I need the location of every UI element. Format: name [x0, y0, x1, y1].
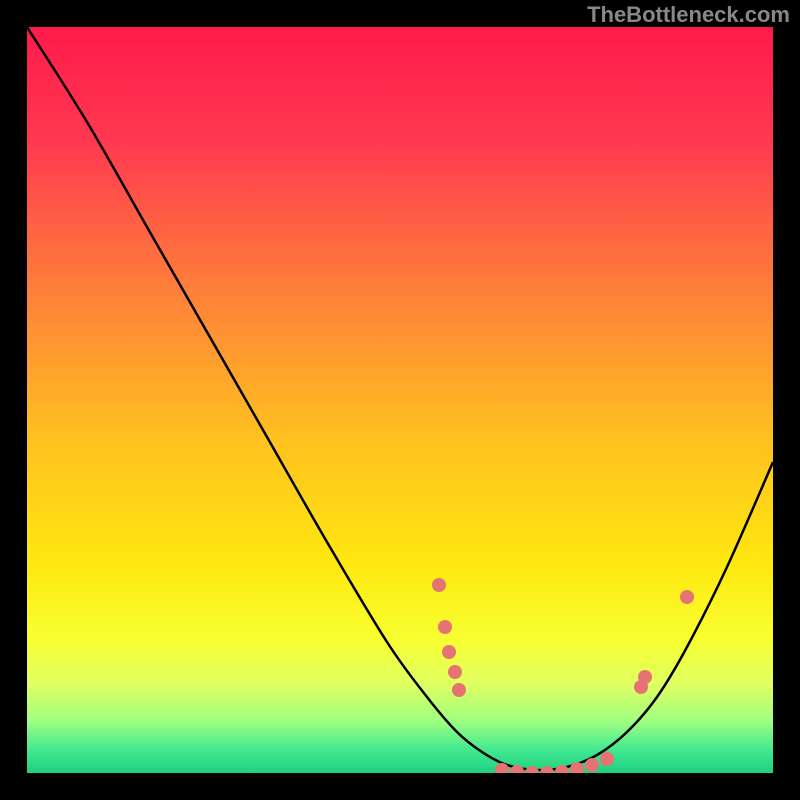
scatter-dot	[585, 758, 599, 772]
scatter-dot	[525, 766, 539, 773]
scatter-dot	[570, 762, 584, 773]
scatter-dot	[638, 670, 652, 684]
scatter-dot	[448, 665, 462, 679]
curve-line	[27, 27, 773, 770]
chart-plot-area	[27, 27, 773, 773]
chart-overlay	[27, 27, 773, 773]
scatter-dot	[438, 620, 452, 634]
watermark-text: TheBottleneck.com	[587, 2, 790, 28]
scatter-dot	[600, 752, 614, 766]
scatter-dot	[680, 590, 694, 604]
scatter-dot	[432, 578, 446, 592]
scatter-dot	[442, 645, 456, 659]
scatter-dot	[452, 683, 466, 697]
scatter-dot	[540, 766, 554, 773]
